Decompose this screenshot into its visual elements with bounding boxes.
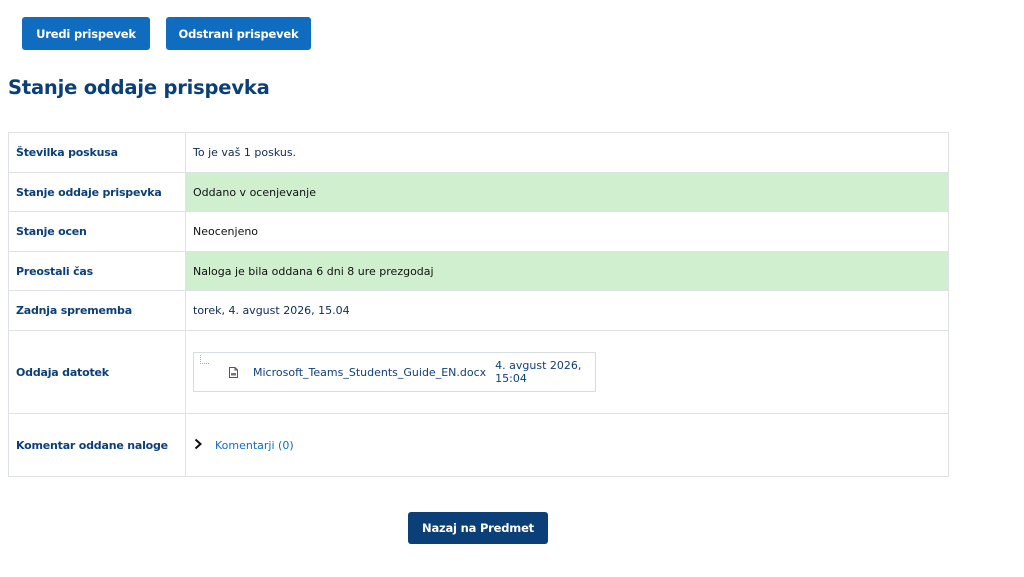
row-label: Preostali čas <box>8 251 186 291</box>
row-value: Microsoft_Teams_Students_Guide_EN.docx 4… <box>185 330 949 414</box>
row-value: Oddano v ocenjevanje <box>185 172 949 212</box>
row-value: To je vaš 1 poskus. <box>185 132 949 173</box>
table-row: Komentar oddane naloge Komentarji (0) <box>8 413 949 477</box>
row-value: Neocenjeno <box>185 211 949 252</box>
comments-link[interactable]: Komentarji (0) <box>215 439 294 452</box>
table-row: Zadnja sprememba torek, 4. avgust 2026, … <box>8 290 949 331</box>
table-row: Stanje ocen Neocenjeno <box>8 211 949 252</box>
document-icon <box>229 367 238 381</box>
comments-toggle[interactable]: Komentarji (0) <box>193 438 941 453</box>
row-label: Stanje oddaje prispevka <box>8 172 186 212</box>
table-row: Stanje oddaje prispevka Oddano v ocenjev… <box>8 172 949 212</box>
chevron-right-icon[interactable] <box>193 438 203 453</box>
table-row: Preostali čas Naloga je bila oddana 6 dn… <box>8 251 949 291</box>
row-label: Oddaja datotek <box>8 330 186 414</box>
edit-submission-button[interactable]: Uredi prispevek <box>22 17 150 50</box>
table-row: Številka poskusa To je vaš 1 poskus. <box>8 132 949 173</box>
file-link[interactable]: Microsoft_Teams_Students_Guide_EN.docx <box>253 366 486 379</box>
row-label: Stanje ocen <box>8 211 186 252</box>
table-row: Oddaja datotek Microsoft_Teams_Students_… <box>8 330 949 414</box>
row-label: Zadnja sprememba <box>8 290 186 331</box>
row-label: Številka poskusa <box>8 132 186 173</box>
row-value: torek, 4. avgust 2026, 15.04 <box>185 290 949 331</box>
page-title: Stanje oddaje prispevka <box>8 76 270 99</box>
tree-connector <box>200 355 209 364</box>
row-label: Komentar oddane naloge <box>8 413 186 477</box>
file-tree: Microsoft_Teams_Students_Guide_EN.docx 4… <box>193 352 596 392</box>
row-value: Komentarji (0) <box>185 413 949 477</box>
remove-submission-button[interactable]: Odstrani prispevek <box>166 17 311 50</box>
back-to-course-button[interactable]: Nazaj na Predmet <box>408 512 548 544</box>
submission-status-table: Številka poskusa To je vaš 1 poskus. Sta… <box>8 132 949 477</box>
file-date: 4. avgust 2026, 15:04 <box>495 359 582 385</box>
row-value: Naloga je bila oddana 6 dni 8 ure prezgo… <box>185 251 949 291</box>
